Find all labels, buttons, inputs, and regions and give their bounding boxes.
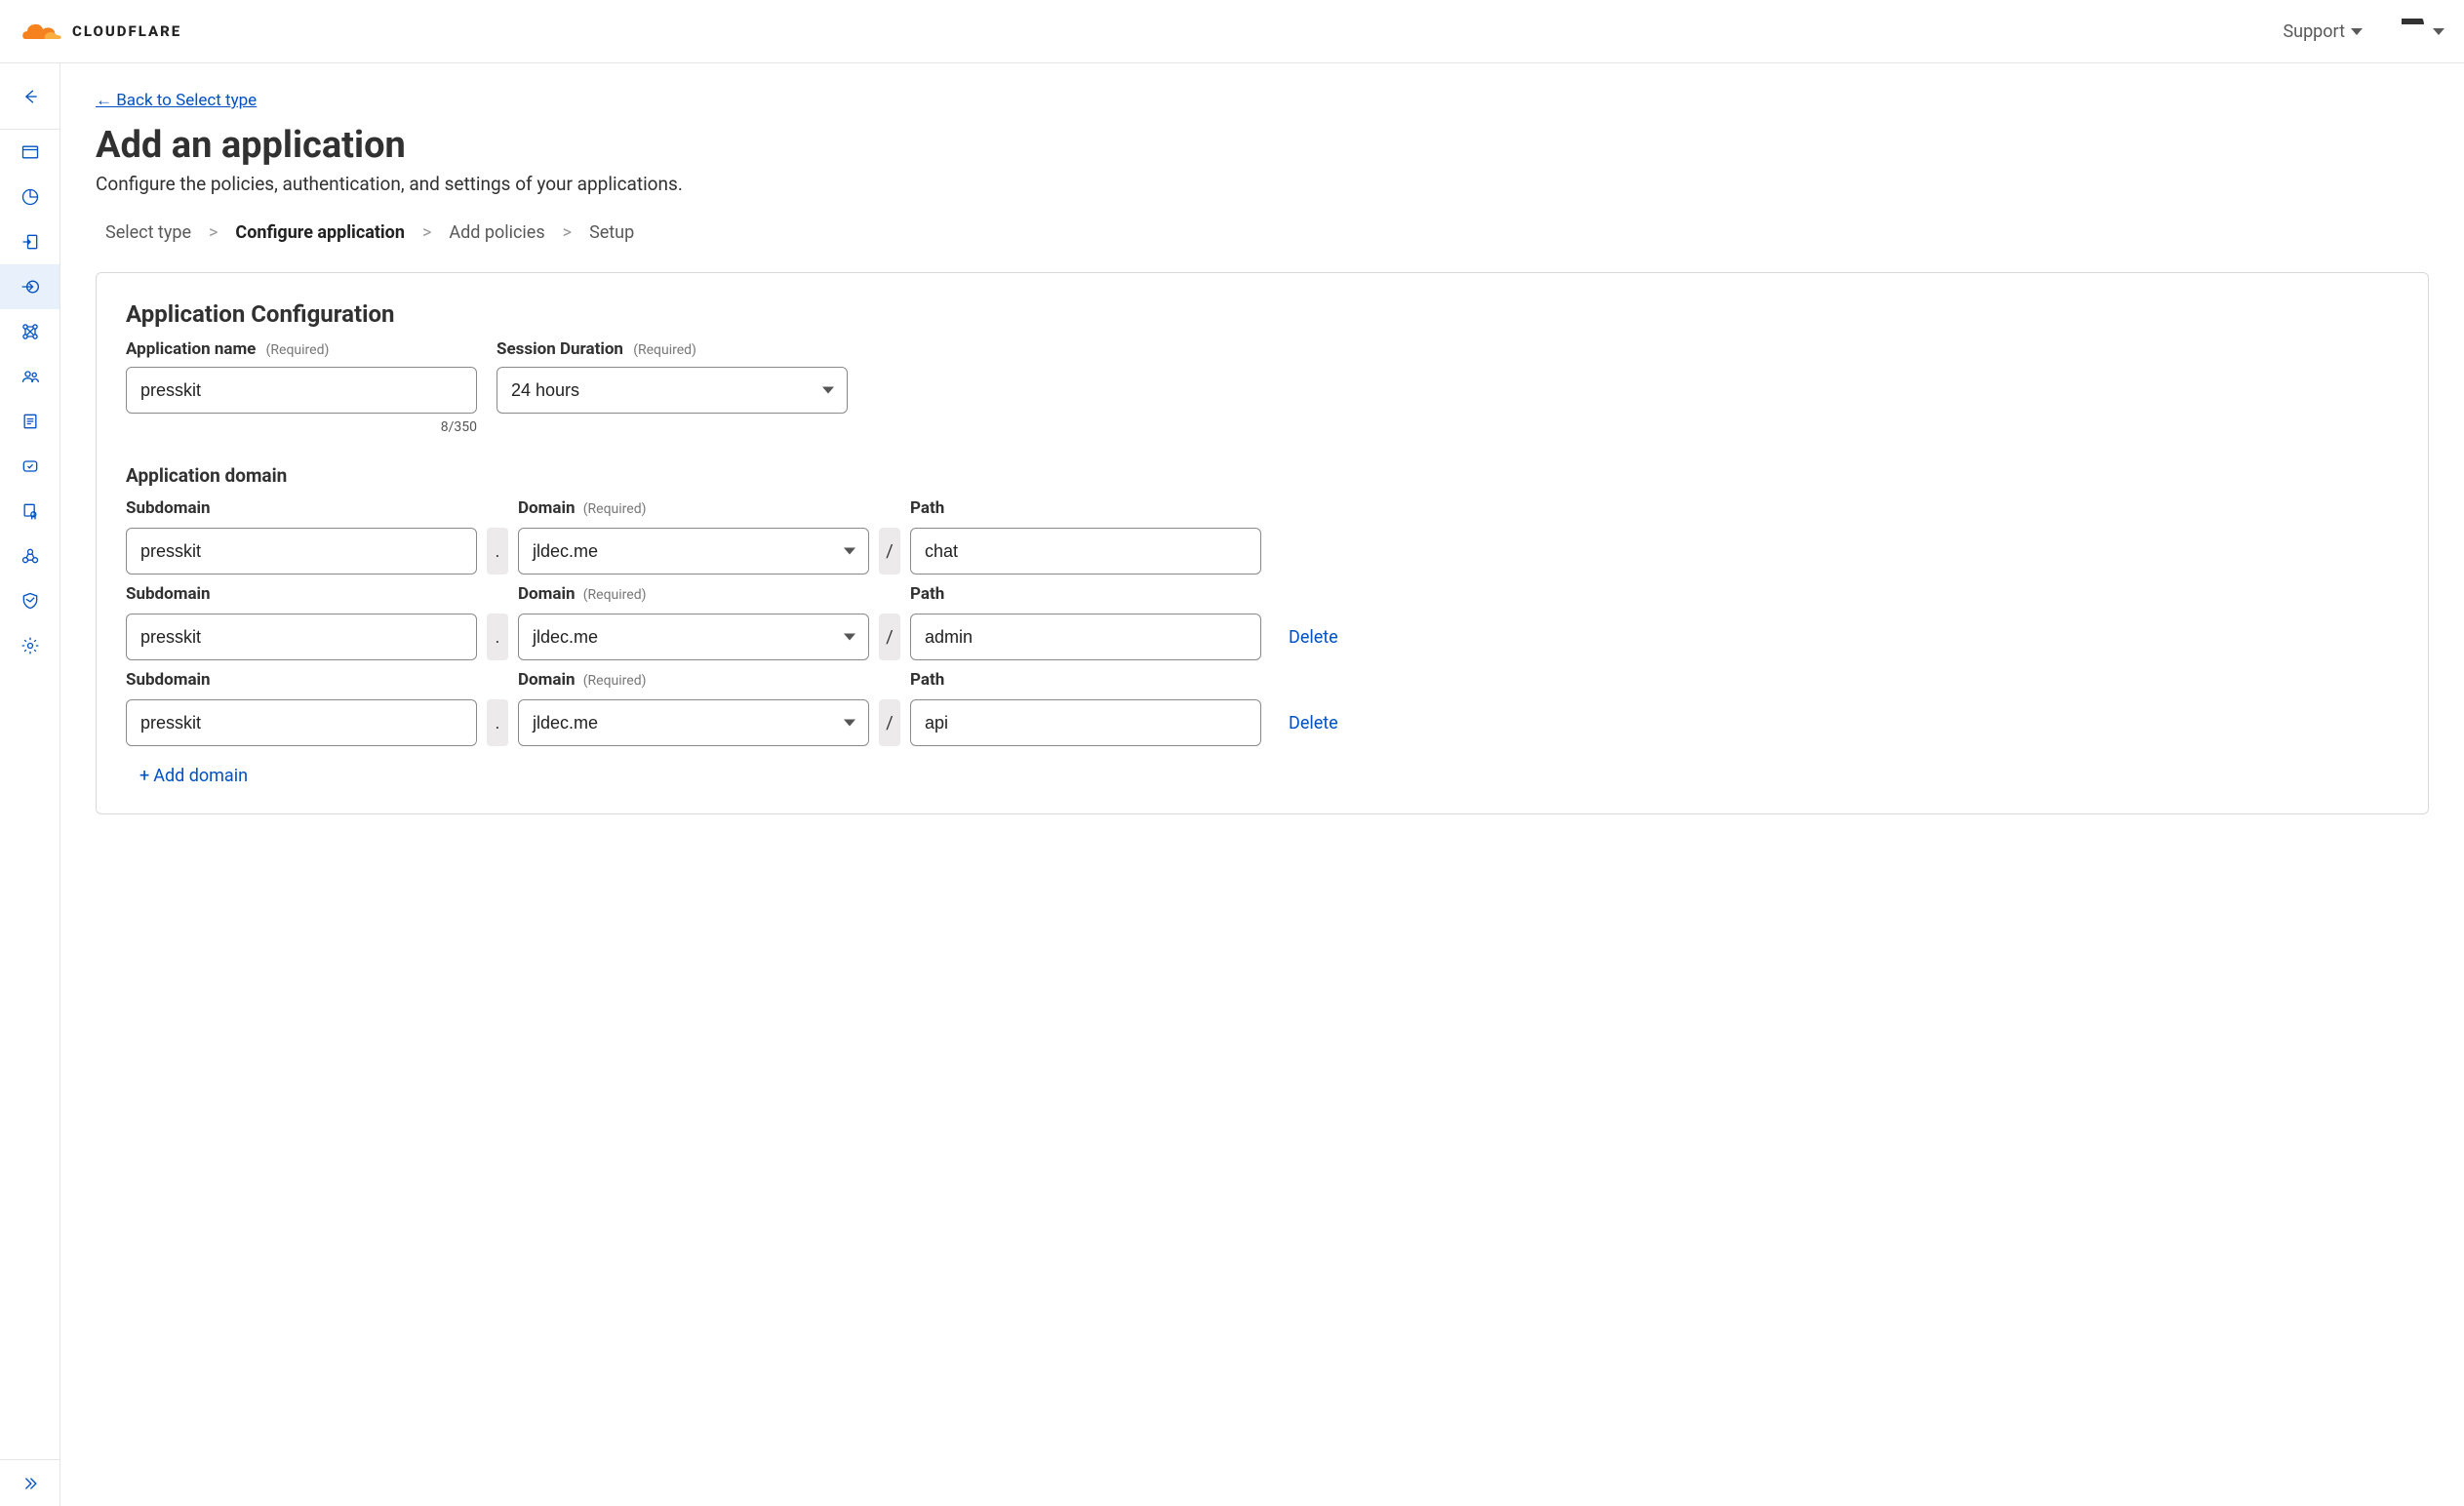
step-add-policies[interactable]: Add policies (449, 222, 544, 243)
support-label: Support (2283, 21, 2345, 42)
path-label: Path (910, 584, 1261, 604)
user-menu[interactable] (2402, 19, 2444, 44)
brand-logo[interactable]: CLOUDFLARE (20, 18, 181, 45)
sidebar-item-access-in[interactable] (0, 264, 60, 309)
stepper-sep: > (422, 222, 431, 243)
required-hint: (Required) (633, 342, 696, 358)
char-counter: 8/350 (126, 419, 477, 435)
subdomain-label: Subdomain (126, 670, 477, 690)
tunnel-icon (20, 546, 40, 566)
chevron-down-icon (2433, 28, 2444, 35)
dot-separator: . (487, 528, 508, 575)
application-name-label: Application name (126, 339, 256, 359)
page-title: Add an application (96, 124, 2429, 167)
slash-separator: / (879, 528, 900, 575)
cloud-icon (20, 18, 66, 45)
slash-separator: / (879, 699, 900, 746)
slash-separator: / (879, 614, 900, 660)
card-title: Application Configuration (126, 300, 2399, 328)
application-name-field: Application name (Required) 8/350 (126, 339, 477, 435)
domain-label: Domain (Required) (518, 670, 869, 690)
session-duration-select[interactable]: 24 hours (497, 367, 848, 414)
dot-separator: . (487, 614, 508, 660)
settings-icon (20, 636, 40, 655)
subdomain-input[interactable] (126, 699, 477, 746)
sidebar-item-browser[interactable] (0, 130, 60, 175)
sidebar-item-updates[interactable] (0, 444, 60, 489)
domain-select[interactable]: jldec.me (518, 528, 869, 575)
domain-grid: SubdomainDomain (Required)Path.jldec.me/… (126, 498, 2399, 746)
sidebar-item-tunnel[interactable] (0, 534, 60, 578)
subdomain-label: Subdomain (126, 584, 477, 604)
sidebar-item-access-out[interactable] (0, 219, 60, 264)
subdomain-input[interactable] (126, 614, 477, 660)
team-icon (20, 367, 40, 386)
plus-icon: + (139, 766, 149, 786)
chevrons-right-icon (20, 1474, 40, 1493)
list-icon (20, 412, 40, 431)
step-setup[interactable]: Setup (589, 222, 634, 243)
updates-icon (20, 456, 40, 476)
cert-icon (20, 501, 40, 521)
path-input[interactable] (910, 699, 1261, 746)
browser-icon (20, 142, 40, 162)
sidebar-item-cert[interactable] (0, 489, 60, 534)
access-out-icon (20, 232, 40, 252)
step-select-type[interactable]: Select type (105, 222, 191, 243)
sidebar-back[interactable] (0, 63, 60, 130)
sidebar-expand[interactable] (0, 1459, 60, 1506)
path-label: Path (910, 498, 1261, 518)
arrow-left-icon (20, 87, 40, 106)
path-input[interactable] (910, 528, 1261, 575)
page-subtitle: Configure the policies, authentication, … (96, 173, 2429, 195)
application-domain-heading: Application domain (126, 464, 2399, 487)
add-domain-label: Add domain (153, 766, 248, 786)
top-header: CLOUDFLARE Support (0, 0, 2464, 63)
shield-icon (20, 591, 40, 611)
brand-text: CLOUDFLARE (72, 22, 181, 40)
sidebar-item-team[interactable] (0, 354, 60, 399)
session-duration-label: Session Duration (497, 339, 623, 359)
support-menu[interactable]: Support (2283, 21, 2363, 42)
path-label: Path (910, 670, 1261, 690)
domain-select[interactable]: jldec.me (518, 699, 869, 746)
sidebar-item-analytics[interactable] (0, 175, 60, 219)
main-content: ← Back to Select type Add an application… (60, 63, 2464, 1506)
delete-domain-button[interactable]: Delete (1271, 699, 2399, 746)
access-in-icon (20, 277, 40, 297)
stepper: Select type > Configure application > Ad… (105, 222, 2429, 243)
session-duration-field: Session Duration (Required) 24 hours (497, 339, 848, 435)
path-input[interactable] (910, 614, 1261, 660)
domain-select[interactable]: jldec.me (518, 614, 869, 660)
delete-domain-button[interactable]: Delete (1271, 614, 2399, 660)
sidebar-item-network[interactable] (0, 309, 60, 354)
step-configure-application[interactable]: Configure application (235, 222, 405, 243)
required-hint: (Required) (266, 342, 330, 358)
dot-separator: . (487, 699, 508, 746)
sidebar-item-shield[interactable] (0, 578, 60, 623)
sidebar-item-settings[interactable] (0, 623, 60, 668)
add-domain-button[interactable]: + Add domain (139, 766, 248, 786)
domain-label: Domain (Required) (518, 584, 869, 604)
chevron-down-icon (2351, 28, 2363, 35)
subdomain-input[interactable] (126, 528, 477, 575)
domain-label: Domain (Required) (518, 498, 869, 518)
sidebar (0, 63, 60, 1506)
stepper-sep: > (563, 222, 572, 243)
network-icon (20, 322, 40, 341)
back-to-select-link[interactable]: ← Back to Select type (96, 91, 257, 110)
analytics-icon (20, 187, 40, 207)
subdomain-label: Subdomain (126, 498, 477, 518)
application-name-input[interactable] (126, 367, 477, 414)
stepper-sep: > (209, 222, 218, 243)
sidebar-item-list[interactable] (0, 399, 60, 444)
application-config-card: Application Configuration Application na… (96, 272, 2429, 814)
